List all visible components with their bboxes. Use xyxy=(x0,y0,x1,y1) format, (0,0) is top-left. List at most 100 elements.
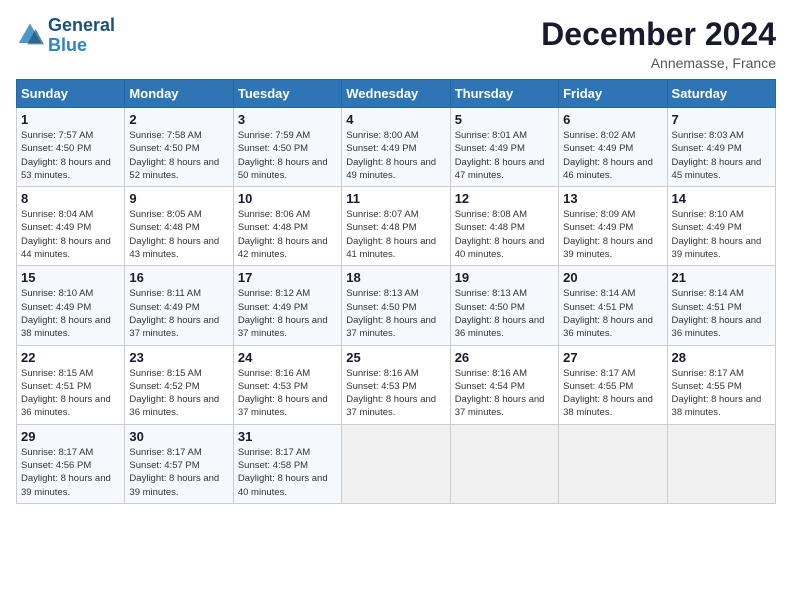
cell-info: Sunrise: 8:08 AMSunset: 4:48 PMDaylight:… xyxy=(455,209,545,260)
cell-info: Sunrise: 8:12 AMSunset: 4:49 PMDaylight:… xyxy=(238,288,328,339)
col-header-monday: Monday xyxy=(125,80,233,108)
cell-info: Sunrise: 7:59 AMSunset: 4:50 PMDaylight:… xyxy=(238,130,328,181)
day-number: 16 xyxy=(129,270,228,285)
logo: General Blue xyxy=(16,16,115,56)
cell-info: Sunrise: 7:57 AMSunset: 4:50 PMDaylight:… xyxy=(21,130,111,181)
day-number: 1 xyxy=(21,112,120,127)
calendar-cell: 27 Sunrise: 8:17 AMSunset: 4:55 PMDayligh… xyxy=(559,345,667,424)
day-number: 3 xyxy=(238,112,337,127)
cell-info: Sunrise: 8:11 AMSunset: 4:49 PMDaylight:… xyxy=(129,288,219,339)
cell-info: Sunrise: 8:02 AMSunset: 4:49 PMDaylight:… xyxy=(563,130,653,181)
day-number: 22 xyxy=(21,350,120,365)
day-number: 14 xyxy=(672,191,771,206)
day-number: 31 xyxy=(238,429,337,444)
calendar-cell: 31 Sunrise: 8:17 AMSunset: 4:58 PMDayligh… xyxy=(233,424,341,503)
day-number: 8 xyxy=(21,191,120,206)
cell-info: Sunrise: 8:10 AMSunset: 4:49 PMDaylight:… xyxy=(21,288,111,339)
title-block: December 2024 Annemasse, France xyxy=(541,16,776,71)
calendar-cell xyxy=(667,424,775,503)
day-number: 4 xyxy=(346,112,445,127)
logo-icon xyxy=(16,22,44,50)
calendar-cell: 24Sunrise: 8:16 AMSunset: 4:53 PMDayligh… xyxy=(233,345,341,424)
calendar-cell: 12 Sunrise: 8:08 AMSunset: 4:48 PMDayligh… xyxy=(450,187,558,266)
day-number: 7 xyxy=(672,112,771,127)
calendar-cell: 22Sunrise: 8:15 AMSunset: 4:51 PMDayligh… xyxy=(17,345,125,424)
day-number: 6 xyxy=(563,112,662,127)
week-row-1: 1 Sunrise: 7:57 AMSunset: 4:50 PMDaylight… xyxy=(17,108,776,187)
cell-info: Sunrise: 8:14 AMSunset: 4:51 PMDaylight:… xyxy=(672,288,762,339)
calendar-cell: 10 Sunrise: 8:06 AMSunset: 4:48 PMDayligh… xyxy=(233,187,341,266)
cell-info: Sunrise: 8:15 AMSunset: 4:52 PMDaylight:… xyxy=(129,368,219,419)
cell-info: Sunrise: 8:03 AMSunset: 4:49 PMDaylight:… xyxy=(672,130,762,181)
calendar-cell: 6 Sunrise: 8:02 AMSunset: 4:49 PMDaylight… xyxy=(559,108,667,187)
day-number: 10 xyxy=(238,191,337,206)
day-number: 11 xyxy=(346,191,445,206)
calendar-cell: 3 Sunrise: 7:59 AMSunset: 4:50 PMDaylight… xyxy=(233,108,341,187)
day-number: 13 xyxy=(563,191,662,206)
calendar-cell xyxy=(342,424,450,503)
col-header-friday: Friday xyxy=(559,80,667,108)
calendar-cell: 23 Sunrise: 8:15 AMSunset: 4:52 PMDayligh… xyxy=(125,345,233,424)
calendar-cell: 16 Sunrise: 8:11 AMSunset: 4:49 PMDayligh… xyxy=(125,266,233,345)
calendar-cell: 18Sunrise: 8:13 AMSunset: 4:50 PMDayligh… xyxy=(342,266,450,345)
day-number: 26 xyxy=(455,350,554,365)
cell-info: Sunrise: 8:06 AMSunset: 4:48 PMDaylight:… xyxy=(238,209,328,260)
day-number: 23 xyxy=(129,350,228,365)
day-number: 12 xyxy=(455,191,554,206)
calendar-cell: 28 Sunrise: 8:17 AMSunset: 4:55 PMDayligh… xyxy=(667,345,775,424)
cell-info: Sunrise: 8:17 AMSunset: 4:55 PMDaylight:… xyxy=(563,368,653,419)
day-number: 20 xyxy=(563,270,662,285)
calendar-table: SundayMondayTuesdayWednesdayThursdayFrid… xyxy=(16,79,776,504)
calendar-cell: 30 Sunrise: 8:17 AMSunset: 4:57 PMDayligh… xyxy=(125,424,233,503)
logo-line2: Blue xyxy=(48,36,115,56)
day-number: 2 xyxy=(129,112,228,127)
calendar-cell: 9 Sunrise: 8:05 AMSunset: 4:48 PMDaylight… xyxy=(125,187,233,266)
day-number: 25 xyxy=(346,350,445,365)
col-header-wednesday: Wednesday xyxy=(342,80,450,108)
cell-info: Sunrise: 8:05 AMSunset: 4:48 PMDaylight:… xyxy=(129,209,219,260)
week-row-4: 22Sunrise: 8:15 AMSunset: 4:51 PMDayligh… xyxy=(17,345,776,424)
day-number: 24 xyxy=(238,350,337,365)
calendar-cell: 19 Sunrise: 8:13 AMSunset: 4:50 PMDayligh… xyxy=(450,266,558,345)
cell-info: Sunrise: 8:17 AMSunset: 4:58 PMDaylight:… xyxy=(238,447,328,498)
calendar-cell: 26 Sunrise: 8:16 AMSunset: 4:54 PMDayligh… xyxy=(450,345,558,424)
month-title: December 2024 xyxy=(541,16,776,53)
calendar-cell: 8 Sunrise: 8:04 AMSunset: 4:49 PMDaylight… xyxy=(17,187,125,266)
logo-text: General Blue xyxy=(48,16,115,56)
cell-info: Sunrise: 8:10 AMSunset: 4:49 PMDaylight:… xyxy=(672,209,762,260)
calendar-cell xyxy=(450,424,558,503)
col-header-saturday: Saturday xyxy=(667,80,775,108)
cell-info: Sunrise: 8:16 AMSunset: 4:54 PMDaylight:… xyxy=(455,368,545,419)
calendar-cell: 21Sunrise: 8:14 AMSunset: 4:51 PMDayligh… xyxy=(667,266,775,345)
day-number: 30 xyxy=(129,429,228,444)
location: Annemasse, France xyxy=(541,55,776,71)
calendar-cell xyxy=(559,424,667,503)
calendar-cell: 15 Sunrise: 8:10 AMSunset: 4:49 PMDayligh… xyxy=(17,266,125,345)
cell-info: Sunrise: 7:58 AMSunset: 4:50 PMDaylight:… xyxy=(129,130,219,181)
week-row-5: 29Sunrise: 8:17 AMSunset: 4:56 PMDayligh… xyxy=(17,424,776,503)
cell-info: Sunrise: 8:17 AMSunset: 4:55 PMDaylight:… xyxy=(672,368,762,419)
day-number: 19 xyxy=(455,270,554,285)
cell-info: Sunrise: 8:16 AMSunset: 4:53 PMDaylight:… xyxy=(346,368,436,419)
cell-info: Sunrise: 8:13 AMSunset: 4:50 PMDaylight:… xyxy=(455,288,545,339)
calendar-cell: 17Sunrise: 8:12 AMSunset: 4:49 PMDayligh… xyxy=(233,266,341,345)
calendar-cell: 25 Sunrise: 8:16 AMSunset: 4:53 PMDayligh… xyxy=(342,345,450,424)
cell-info: Sunrise: 8:17 AMSunset: 4:57 PMDaylight:… xyxy=(129,447,219,498)
cell-info: Sunrise: 8:07 AMSunset: 4:48 PMDaylight:… xyxy=(346,209,436,260)
day-number: 27 xyxy=(563,350,662,365)
calendar-cell: 14 Sunrise: 8:10 AMSunset: 4:49 PMDayligh… xyxy=(667,187,775,266)
logo-line1: General xyxy=(48,16,115,36)
cell-info: Sunrise: 8:09 AMSunset: 4:49 PMDaylight:… xyxy=(563,209,653,260)
calendar-cell: 11 Sunrise: 8:07 AMSunset: 4:48 PMDayligh… xyxy=(342,187,450,266)
calendar-cell: 29Sunrise: 8:17 AMSunset: 4:56 PMDayligh… xyxy=(17,424,125,503)
day-number: 15 xyxy=(21,270,120,285)
day-number: 29 xyxy=(21,429,120,444)
calendar-cell: 1 Sunrise: 7:57 AMSunset: 4:50 PMDaylight… xyxy=(17,108,125,187)
col-header-thursday: Thursday xyxy=(450,80,558,108)
day-number: 5 xyxy=(455,112,554,127)
calendar-cell: 2 Sunrise: 7:58 AMSunset: 4:50 PMDaylight… xyxy=(125,108,233,187)
day-number: 9 xyxy=(129,191,228,206)
day-number: 28 xyxy=(672,350,771,365)
cell-info: Sunrise: 8:04 AMSunset: 4:49 PMDaylight:… xyxy=(21,209,111,260)
page-header: General Blue December 2024 Annemasse, Fr… xyxy=(16,16,776,71)
